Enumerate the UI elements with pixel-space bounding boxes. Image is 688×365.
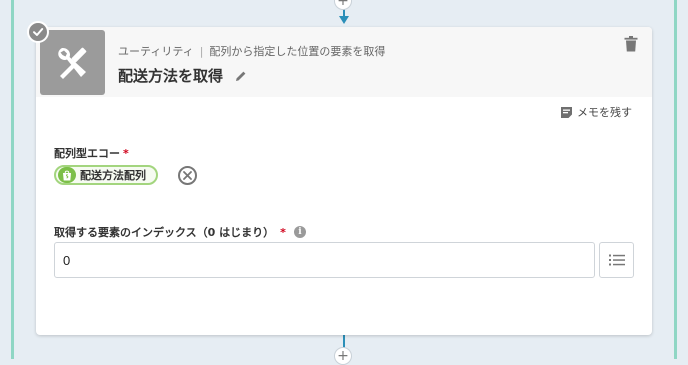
array-field-label: 配列型エコー * xyxy=(54,145,129,161)
add-step-button-top[interactable]: + xyxy=(334,0,352,10)
step-status-badge xyxy=(27,21,49,43)
step-card-header xyxy=(36,27,652,97)
breadcrumb-separator: | xyxy=(199,44,204,58)
trash-icon xyxy=(624,36,638,52)
select-list-button[interactable] xyxy=(599,242,634,278)
step-title: 配送方法を取得 xyxy=(118,65,247,86)
memo-button[interactable]: メモを残す xyxy=(560,104,632,120)
memo-icon xyxy=(561,106,572,118)
echo-chip[interactable]: 配送方法配列 xyxy=(54,165,158,185)
echo-chip-label: 配送方法配列 xyxy=(80,169,146,182)
step-icon-box xyxy=(40,30,105,95)
info-icon[interactable]: i xyxy=(293,226,306,238)
index-field-label-text: 取得する要素のインデックス（0 はじまり） xyxy=(54,226,275,239)
breadcrumb-category: ユーティリティ xyxy=(118,45,194,58)
remove-echo-button[interactable] xyxy=(178,166,197,185)
pencil-icon[interactable] xyxy=(235,70,247,82)
breadcrumb-action: 配列から指定した位置の要素を取得 xyxy=(209,45,386,58)
shopify-bag-icon xyxy=(58,167,76,183)
lane-border-left xyxy=(11,0,14,359)
breadcrumb: ユーティリティ | 配列から指定した位置の要素を取得 xyxy=(118,43,385,59)
step-title-text: 配送方法を取得 xyxy=(118,67,224,85)
tools-icon xyxy=(57,47,86,79)
required-mark: * xyxy=(280,225,286,239)
close-circle-icon xyxy=(183,171,192,180)
plus-icon: + xyxy=(337,0,349,9)
index-field-label: 取得する要素のインデックス（0 はじまり） * i xyxy=(54,224,306,240)
delete-step-button[interactable] xyxy=(624,36,638,56)
index-input[interactable] xyxy=(54,242,595,278)
lane-border-right xyxy=(674,0,677,359)
array-field-label-text: 配列型エコー xyxy=(54,147,120,160)
required-mark: * xyxy=(123,146,129,160)
plus-icon: + xyxy=(337,348,349,364)
list-icon xyxy=(608,254,625,266)
add-step-button-bottom[interactable]: + xyxy=(334,347,352,365)
memo-label: メモを残す xyxy=(577,106,632,119)
check-icon xyxy=(33,28,44,36)
flow-arrow-icon xyxy=(339,16,349,24)
